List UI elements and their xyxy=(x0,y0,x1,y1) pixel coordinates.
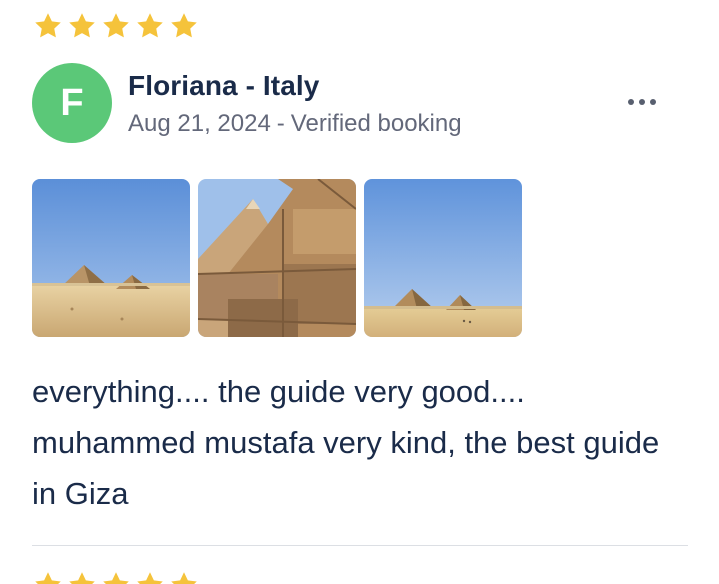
star-icon xyxy=(101,570,131,584)
star-icon xyxy=(33,11,63,41)
more-options-button[interactable] xyxy=(620,88,664,116)
review-photos xyxy=(32,179,522,337)
verified-booking-label: Verified booking xyxy=(290,110,462,137)
star-icon xyxy=(169,11,199,41)
reviewer-name: Floriana - Italy xyxy=(128,70,320,101)
next-review-stars xyxy=(33,570,199,584)
star-icon xyxy=(67,11,97,41)
star-icon xyxy=(101,11,131,41)
avatar-initial: F xyxy=(60,81,84,124)
review-date: Aug 21, 2024 xyxy=(128,110,271,137)
more-dot xyxy=(650,99,656,105)
rating-stars xyxy=(33,11,199,41)
review-text: everything.... the guide very good.... m… xyxy=(32,374,660,511)
review-photo-pyramids[interactable] xyxy=(32,179,190,337)
more-dot xyxy=(639,99,645,105)
meta-separator: - xyxy=(276,110,285,137)
review-photo-stone-blocks[interactable] xyxy=(198,179,356,337)
review-meta: Aug 21, 2024- Verified booking xyxy=(128,110,462,138)
more-horizontal-icon xyxy=(628,99,634,105)
star-icon xyxy=(169,570,199,584)
star-icon xyxy=(33,570,63,584)
reviewer-avatar: F xyxy=(32,63,112,143)
review-photo-pyramids-distant[interactable] xyxy=(364,179,522,337)
star-icon xyxy=(135,570,165,584)
star-icon xyxy=(67,570,97,584)
review-divider xyxy=(32,545,688,546)
star-icon xyxy=(135,11,165,41)
